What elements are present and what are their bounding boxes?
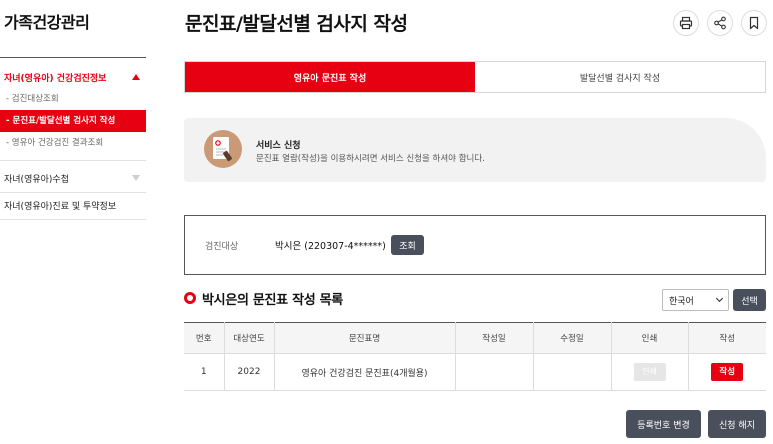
cell-write: 작성	[687, 353, 766, 391]
collapse-arrow-icon	[132, 74, 140, 80]
cell-print: 인쇄	[610, 353, 688, 391]
checkup-target-box: 검진대상 박시은 (220307-4******) 조회	[184, 215, 766, 275]
lookup-button[interactable]: 조회	[391, 235, 424, 255]
sidebar-item-questionnaire[interactable]: - 문진표/발달선별 검사지 작성	[0, 110, 146, 132]
sidebar-group-label: 자녀(영유아)수첩	[4, 174, 69, 185]
list-title: 박시은의 문진표 작성 목록	[202, 293, 343, 308]
target-label: 검진대상	[205, 242, 239, 252]
column-header: 인쇄	[610, 322, 688, 354]
document-stamp-icon	[204, 130, 242, 168]
target-value: 박시은 (220307-4******)	[275, 241, 386, 252]
share-icon	[714, 16, 726, 30]
chevron-down-icon	[715, 294, 724, 303]
cell-created-date	[454, 353, 533, 391]
sidebar-item-treatment[interactable]: 자녀(영유아)진료 및 투약정보	[0, 195, 146, 215]
write-row-button[interactable]: 작성	[711, 363, 744, 381]
questionnaire-tabs: 영유아 문진표 작성 발달선별 검사지 작성	[184, 61, 766, 93]
column-header: 문진표명	[273, 322, 455, 354]
sidebar-divider	[0, 57, 146, 58]
language-select[interactable]: 한국어	[662, 289, 729, 311]
column-header: 번호	[184, 322, 224, 354]
page-title: 문진표/발달선별 검사지 작성	[185, 13, 408, 35]
print-button[interactable]	[673, 10, 699, 36]
sidebar-group-checkup-toggle[interactable]: 자녀(영유아) 건강검진정보	[0, 67, 146, 87]
sidebar-group-handbook-toggle[interactable]: 자녀(영유아)수첩	[0, 168, 146, 188]
bookmark-icon	[749, 16, 759, 30]
notice-title: 서비스 신청	[256, 141, 301, 151]
share-button[interactable]	[707, 10, 733, 36]
sidebar-title: 가족건강관리	[4, 13, 90, 32]
sidebar-item-results[interactable]: - 영유아 건강검진 결과조회	[0, 132, 146, 154]
service-notice: 서비스 신청 문진표 열람(작성)을 이용하시려면 서비스 신청을 하셔야 합니…	[184, 118, 766, 182]
language-select-value: 한국어	[669, 296, 694, 307]
column-header: 수정일	[532, 322, 611, 354]
cell-questionnaire-name: 영유아 건강검진 문진표(4개월용)	[273, 353, 455, 391]
sidebar-group-handbook: 자녀(영유아)수첩	[0, 168, 146, 188]
column-header: 작성	[687, 322, 766, 354]
expand-arrow-icon	[132, 175, 140, 181]
sidebar-item-target-lookup[interactable]: - 검진대상조회	[0, 88, 146, 110]
tab-development-screening[interactable]: 발달선별 검사지 작성	[475, 62, 765, 92]
questionnaire-table: 번호 대상연도 문진표명 작성일 수정일 인쇄 작성 1 2022 영유아 건강…	[184, 322, 766, 391]
cell-modified-date	[532, 353, 611, 391]
sidebar: 가족건강관리 자녀(영유아) 건강검진정보 - 검진대상조회 - 문진표/발달선…	[0, 0, 146, 444]
table-row: 1 2022 영유아 건강검진 문진표(4개월용) 인쇄 작성	[184, 353, 766, 391]
sidebar-divider	[0, 160, 146, 161]
table-header-row: 번호 대상연도 문진표명 작성일 수정일 인쇄 작성	[184, 322, 766, 354]
cell-year: 2022	[223, 353, 274, 391]
sidebar-group-checkup: 자녀(영유아) 건강검진정보 - 검진대상조회 - 문진표/발달선별 검사지 작…	[0, 67, 146, 154]
bookmark-button[interactable]	[741, 10, 767, 36]
language-select-button[interactable]: 선택	[733, 289, 766, 311]
notice-text: 문진표 열람(작성)을 이용하시려면 서비스 신청을 하셔야 합니다.	[256, 154, 485, 164]
cell-number: 1	[184, 353, 224, 391]
sidebar-group-label: 자녀(영유아)진료 및 투약정보	[4, 201, 117, 212]
sidebar-group-label: 자녀(영유아) 건강검진정보	[4, 73, 107, 84]
sidebar-divider	[0, 219, 146, 220]
column-header: 작성일	[454, 322, 533, 354]
column-header: 대상연도	[223, 322, 274, 354]
print-icon	[679, 16, 693, 30]
print-row-button[interactable]: 인쇄	[633, 363, 666, 381]
change-registration-button[interactable]: 등록번호 변경	[626, 410, 701, 438]
cancel-service-button[interactable]: 신청 해지	[708, 410, 766, 438]
sidebar-divider	[0, 192, 146, 193]
tab-infant-questionnaire[interactable]: 영유아 문진표 작성	[185, 62, 475, 92]
list-marker-icon	[184, 292, 196, 304]
sidebar-group-treatment: 자녀(영유아)진료 및 투약정보	[0, 195, 146, 215]
